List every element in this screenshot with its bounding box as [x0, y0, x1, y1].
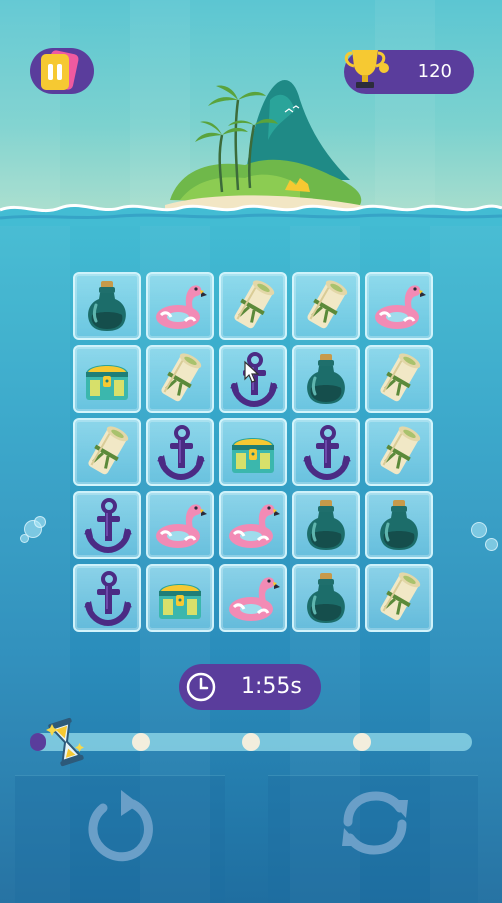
tile-bottle[interactable] [73, 272, 141, 340]
progress-milestone [242, 733, 260, 751]
bubble [20, 534, 29, 543]
trophy-icon [344, 50, 389, 88]
scroll-icon [234, 280, 275, 329]
tile-bottle[interactable] [292, 491, 360, 559]
scroll-icon [380, 426, 421, 475]
sky-band [0, 0, 60, 210]
tile-flamingo[interactable] [146, 491, 214, 559]
tile-flamingo[interactable] [219, 491, 287, 559]
bubble [471, 522, 487, 538]
anchor-icon [157, 425, 205, 481]
flamingo-icon [229, 504, 280, 548]
clock-icon [186, 672, 216, 702]
undo-button[interactable] [73, 778, 163, 868]
anchor-icon [303, 425, 351, 481]
tile-chest[interactable] [219, 418, 287, 486]
scroll-icon [88, 426, 129, 475]
tile-scroll[interactable] [365, 345, 433, 413]
scroll-icon [161, 353, 202, 402]
tile-flamingo[interactable] [146, 272, 214, 340]
shuffle-button[interactable] [330, 778, 420, 868]
wave-line [0, 203, 502, 226]
undo-icon [88, 790, 153, 862]
pause-button[interactable] [30, 48, 94, 94]
bottle-icon [88, 281, 126, 331]
flamingo-icon [229, 577, 280, 621]
chest-icon [86, 365, 128, 400]
anchor-icon [84, 571, 132, 627]
progress-track [30, 733, 472, 751]
bottle-icon [307, 573, 345, 623]
bottle-icon [307, 354, 345, 404]
tile-bottle[interactable] [292, 564, 360, 632]
hourglass-icon [46, 717, 84, 767]
tile-bottle[interactable] [292, 345, 360, 413]
tile-anchor[interactable] [73, 564, 141, 632]
tile-scroll[interactable] [146, 345, 214, 413]
progress-milestone [352, 733, 371, 751]
tile-bottle[interactable] [365, 491, 433, 559]
scroll-icon [307, 280, 348, 329]
bottle-icon [380, 500, 418, 550]
timer-display: 1:55s [179, 664, 321, 710]
score-value: 120 [417, 61, 452, 82]
tile-flamingo[interactable] [219, 564, 287, 632]
scroll-icon [380, 572, 421, 621]
tile-scroll[interactable] [365, 564, 433, 632]
score-display: 120 [344, 50, 474, 94]
chest-icon [159, 584, 201, 619]
anchor-icon [84, 498, 132, 554]
sky-band [375, 0, 435, 210]
tile-scroll[interactable] [365, 418, 433, 486]
cursor-icon [244, 360, 260, 383]
flamingo-icon [375, 285, 426, 329]
tile-scroll[interactable] [219, 272, 287, 340]
tile-anchor[interactable] [146, 418, 214, 486]
tile-flamingo[interactable] [365, 272, 433, 340]
scroll-icon [380, 353, 421, 402]
bubble [485, 538, 498, 551]
pause-icon [41, 54, 69, 90]
bottle-icon [307, 500, 345, 550]
flamingo-icon [156, 504, 207, 548]
flamingo-icon [156, 285, 207, 329]
tile-chest[interactable] [73, 345, 141, 413]
tile-scroll[interactable] [73, 418, 141, 486]
chest-icon [232, 438, 274, 473]
game-board [71, 270, 433, 632]
tile-anchor[interactable] [73, 491, 141, 559]
bubble [34, 516, 46, 528]
progress-milestone [131, 733, 150, 751]
tile-anchor[interactable] [292, 418, 360, 486]
timer-text: 1:55s [241, 674, 302, 699]
tile-scroll[interactable] [292, 272, 360, 340]
tile-chest[interactable] [146, 564, 214, 632]
shuffle-icon [342, 791, 408, 855]
